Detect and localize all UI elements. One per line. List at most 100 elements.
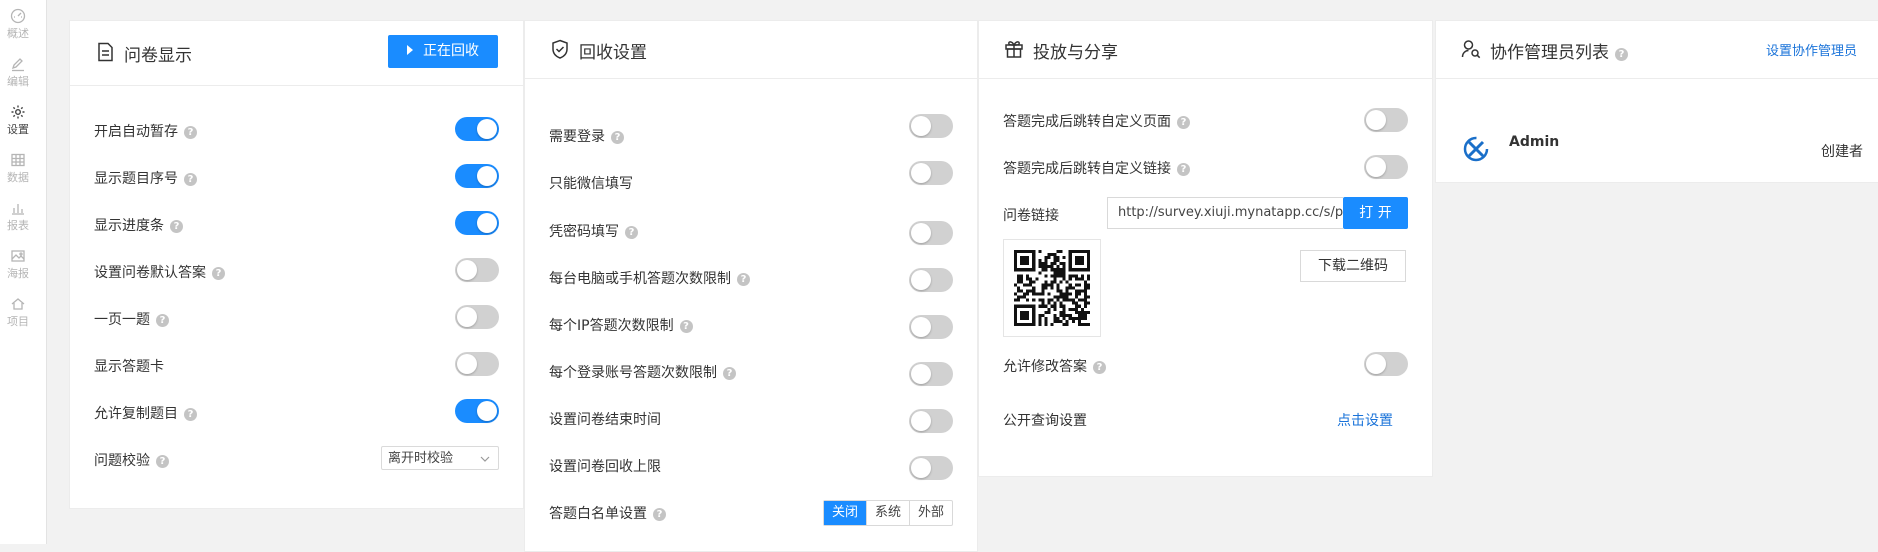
password-toggle[interactable] <box>909 221 953 245</box>
setting-row: 需要登录? <box>549 112 953 145</box>
panel-header: 投放与分享 <box>979 21 1432 79</box>
setting-label: 设置问卷结束时间 <box>549 412 661 428</box>
help-icon[interactable]: ? <box>184 408 197 421</box>
help-icon[interactable]: ? <box>170 220 183 233</box>
device-limit-toggle[interactable] <box>909 268 953 292</box>
whitelist-option-external[interactable]: 外部 <box>908 501 952 525</box>
setting-label: 答题白名单设置? <box>549 503 666 523</box>
gift-icon <box>1005 41 1023 58</box>
help-icon[interactable]: ? <box>625 226 638 239</box>
require-login-toggle[interactable] <box>909 114 953 138</box>
public-query-link[interactable]: 点击设置 <box>1337 410 1393 430</box>
default-answer-toggle[interactable] <box>455 258 499 282</box>
recycle-button-label: 正在回收 <box>423 43 479 59</box>
redirect-page-toggle[interactable] <box>1364 108 1408 132</box>
help-icon[interactable]: ? <box>184 126 197 139</box>
setting-label: 只能微信填写 <box>549 176 633 192</box>
sidebar-item-overview[interactable]: 概述 <box>0 8 36 41</box>
panel-header: 问卷显示 正在回收 <box>70 21 523 86</box>
account-limit-toggle[interactable] <box>909 362 953 386</box>
recycle-button[interactable]: 正在回收 <box>388 35 498 68</box>
sidebar-item-label: 海报 <box>7 267 29 280</box>
image-icon <box>11 250 25 262</box>
help-icon[interactable]: ? <box>1177 163 1190 176</box>
sidebar-item-data[interactable]: 数据 <box>0 152 36 185</box>
ip-limit-toggle[interactable] <box>909 315 953 339</box>
sidebar-item-label: 项目 <box>7 315 29 328</box>
setting-label: 允许复制题目? <box>94 403 197 423</box>
collaborator-name: Admin <box>1509 134 1560 150</box>
setting-label: 显示题目序号? <box>94 168 197 188</box>
sidebar-item-poster[interactable]: 海报 <box>0 248 36 281</box>
download-qr-button[interactable]: 下载二维码 <box>1300 250 1406 282</box>
setting-row: 答题完成后跳转自定义页面? <box>1003 106 1408 136</box>
panel-title: 回收设置 <box>579 43 647 63</box>
help-icon[interactable]: ? <box>156 455 169 468</box>
wechat-only-toggle[interactable] <box>909 161 953 185</box>
link-label: 问卷链接 <box>1003 208 1059 224</box>
play-icon <box>407 45 413 55</box>
setting-row: 显示答题卡 <box>94 350 499 380</box>
sidebar-item-project[interactable]: 项目 <box>0 296 36 329</box>
help-icon[interactable]: ? <box>737 273 750 286</box>
setting-row: 允许修改答案? <box>1003 350 1408 380</box>
question-number-toggle[interactable] <box>455 164 499 188</box>
sidebar-item-edit[interactable]: 编辑 <box>0 56 36 89</box>
setting-row: 设置问卷结束时间 <box>549 403 953 433</box>
survey-display-panel: 问卷显示 正在回收 开启自动暂存? 显示题目序号? 显示进度条? 设置问卷默认答… <box>69 20 524 509</box>
setting-row: 一页一题? <box>94 303 499 333</box>
end-time-toggle[interactable] <box>909 409 953 433</box>
help-icon[interactable]: ? <box>1177 116 1190 129</box>
setting-row: 问题校验? 离开时校验 <box>94 444 499 474</box>
help-icon[interactable]: ? <box>156 314 169 327</box>
set-collaborator-link[interactable]: 设置协作管理员 <box>1766 40 1857 59</box>
setting-label: 需要登录? <box>549 126 624 146</box>
setting-row: 答题白名单设置? 关闭 系统 外部 <box>549 497 953 527</box>
setting-row: 只能微信填写 <box>549 159 953 192</box>
setting-label: 设置问卷默认答案? <box>94 262 225 282</box>
help-icon[interactable]: ? <box>212 267 225 280</box>
redirect-link-toggle[interactable] <box>1364 155 1408 179</box>
help-icon[interactable]: ? <box>1615 48 1628 61</box>
setting-label: 每个登录账号答题次数限制? <box>549 362 736 382</box>
whitelist-option-off[interactable]: 关闭 <box>823 501 866 525</box>
setting-label: 凭密码填写? <box>549 221 638 241</box>
sidebar-item-label: 设置 <box>7 123 29 136</box>
help-icon[interactable]: ? <box>184 173 197 186</box>
user-search-icon <box>1461 40 1481 59</box>
setting-row: 公开查询设置 点击设置 <box>1003 406 1408 436</box>
link-input[interactable]: http://survey.xiuji.mynatapp.cc/s/p <box>1107 197 1343 229</box>
help-icon[interactable]: ? <box>653 508 666 521</box>
validation-select-value: 离开时校验 <box>388 451 454 466</box>
sidebar: 概述 编辑 设置 数据 报表 海报 项目 <box>0 0 47 544</box>
auto-save-toggle[interactable] <box>455 117 499 141</box>
table-icon <box>11 153 25 167</box>
recycle-limit-toggle[interactable] <box>909 456 953 480</box>
setting-label: 允许修改答案? <box>1003 356 1106 376</box>
setting-row: 每台电脑或手机答题次数限制? <box>549 262 953 292</box>
help-icon[interactable]: ? <box>679 320 693 333</box>
answer-card-toggle[interactable] <box>455 352 499 376</box>
open-link-button[interactable]: 打 开 <box>1343 197 1408 229</box>
help-icon[interactable]: ? <box>1093 361 1106 374</box>
avatar <box>1463 136 1489 162</box>
collaborator-row: Admin 创建者 <box>1436 121 1878 162</box>
qr-code <box>1003 239 1101 337</box>
setting-row: 允许复制题目? <box>94 397 499 427</box>
whitelist-option-system[interactable]: 系统 <box>865 501 909 525</box>
validation-select[interactable]: 离开时校验 <box>381 446 499 470</box>
share-panel: 投放与分享 答题完成后跳转自定义页面? 答题完成后跳转自定义链接? 问卷链接 h… <box>978 20 1433 477</box>
sidebar-item-report[interactable]: 报表 <box>0 200 36 233</box>
setting-label: 答题完成后跳转自定义页面? <box>1003 111 1190 131</box>
help-icon[interactable]: ? <box>723 367 736 380</box>
collaborator-panel: 协作管理员列表? 设置协作管理员 Admin 创建者 <box>1435 20 1878 183</box>
recycle-settings-panel: 回收设置 需要登录? 只能微信填写 凭密码填写? 每台电脑或手机答题次数限制? … <box>524 20 978 552</box>
allow-copy-toggle[interactable] <box>455 399 499 423</box>
allow-modify-toggle[interactable] <box>1364 352 1408 376</box>
setting-label: 答题完成后跳转自定义链接? <box>1003 158 1190 178</box>
sidebar-item-settings[interactable]: 设置 <box>0 104 36 137</box>
setting-row: 设置问卷回收上限 <box>549 450 953 480</box>
progress-bar-toggle[interactable] <box>455 211 499 235</box>
help-icon[interactable]: ? <box>611 131 624 144</box>
one-question-per-page-toggle[interactable] <box>455 305 499 329</box>
